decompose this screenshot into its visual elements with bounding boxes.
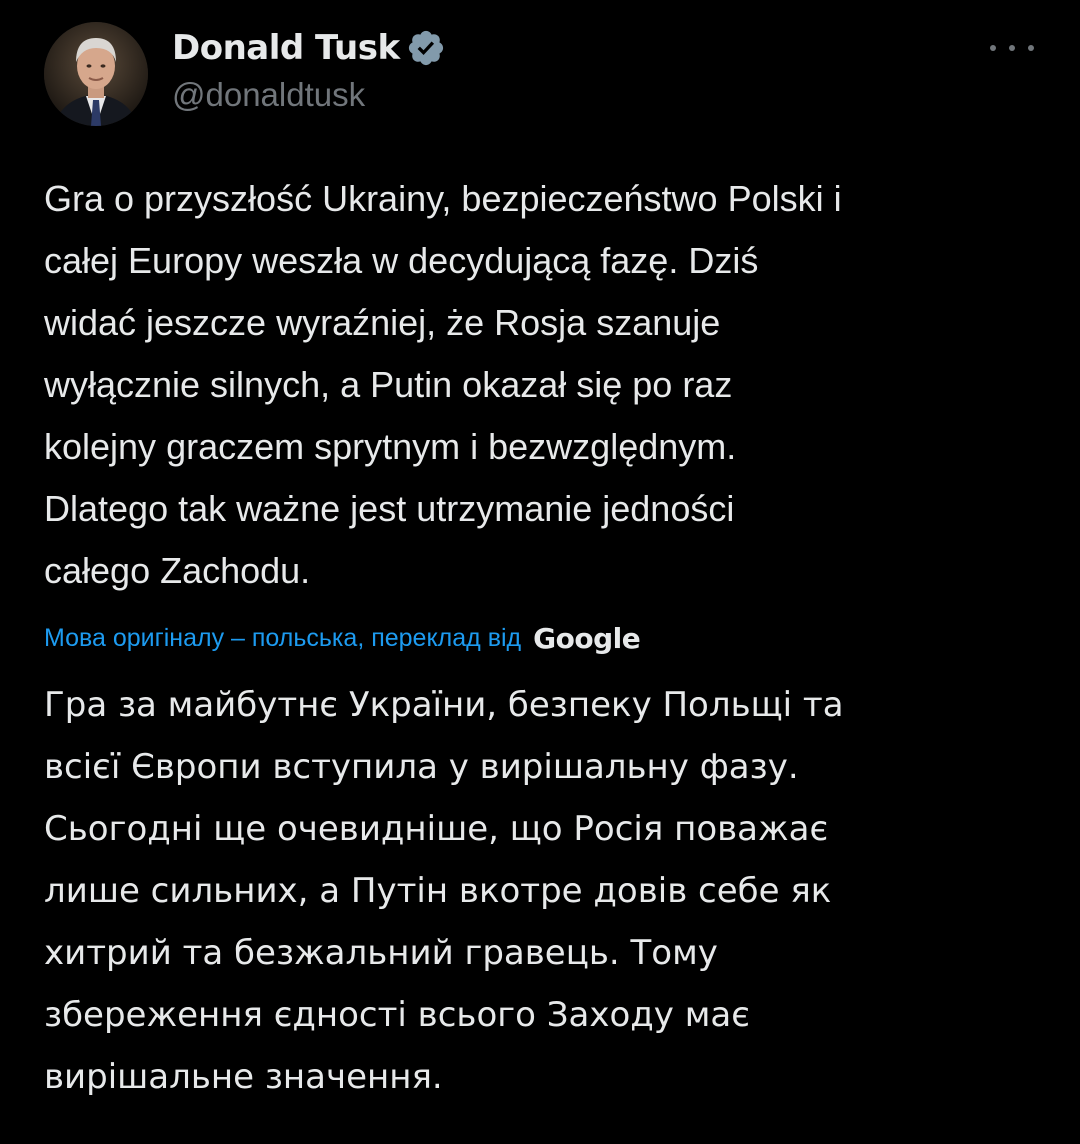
more-options-icon[interactable]: [990, 36, 1034, 60]
profile-photo: [44, 22, 148, 126]
name-row: Donald Tusk: [172, 26, 446, 70]
tweet-header: Donald Tusk @donaldtusk: [44, 22, 1044, 128]
dot: [1009, 45, 1015, 51]
dot: [990, 45, 996, 51]
tweet: Donald Tusk @donaldtusk Gra o przyszłość…: [0, 0, 1080, 1144]
avatar[interactable]: [44, 22, 148, 126]
google-logo: Google: [533, 621, 641, 655]
tweet-text: Gra o przyszłość Ukrainy, bezpieczeństwo…: [44, 178, 842, 591]
verified-badge-icon[interactable]: [406, 28, 446, 68]
author-info: Donald Tusk @donaldtusk: [172, 26, 446, 114]
translated-text: Гра за майбутнє України, безпеку Польщі …: [44, 685, 844, 1097]
display-name[interactable]: Donald Tusk: [172, 28, 400, 68]
translation-bar: Мова оригіналу – польська, переклад від …: [44, 616, 641, 660]
author-handle[interactable]: @donaldtusk: [172, 76, 446, 114]
dot: [1028, 45, 1034, 51]
translation-label[interactable]: Мова оригіналу – польська, переклад від: [44, 624, 521, 653]
